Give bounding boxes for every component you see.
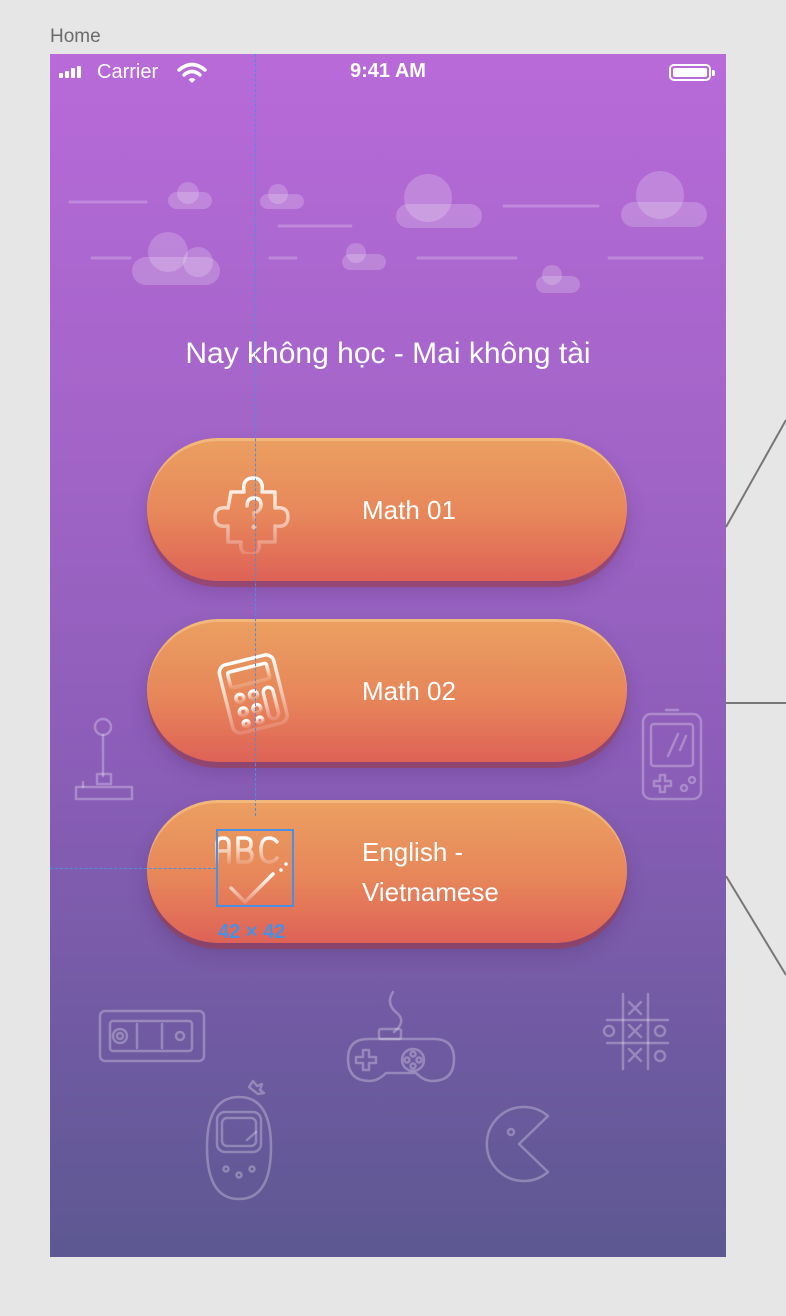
link-line: [725, 875, 786, 976]
prototype-links: [725, 419, 786, 976]
link-line: [725, 419, 786, 528]
